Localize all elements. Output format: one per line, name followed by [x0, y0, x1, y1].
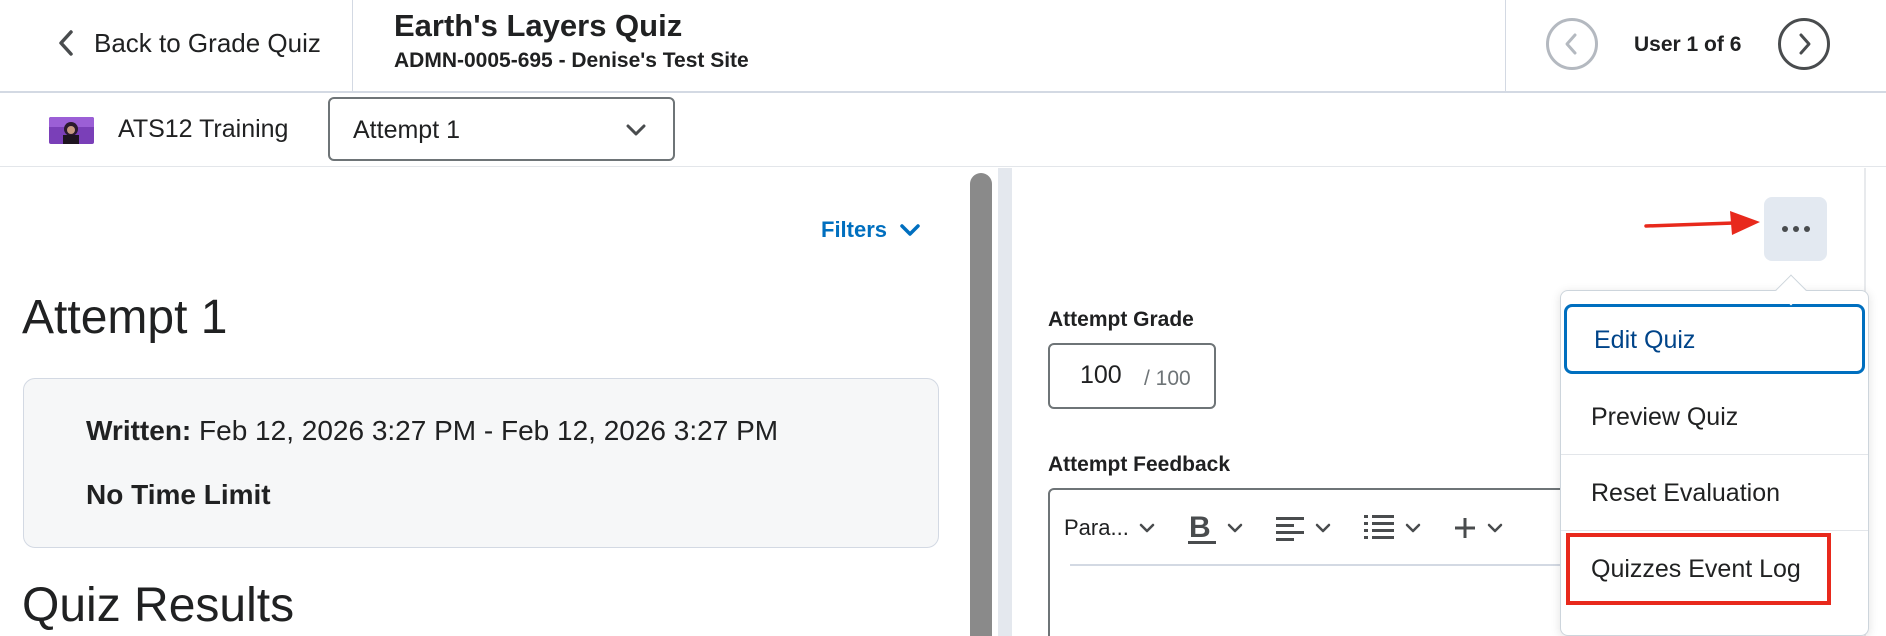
- red-highlight-annotation: [1566, 533, 1831, 605]
- menu-item-preview-quiz[interactable]: Preview Quiz: [1561, 379, 1868, 455]
- quiz-title: Earth's Layers Quiz: [394, 8, 683, 43]
- attempt-grade-field[interactable]: / 100: [1048, 343, 1216, 409]
- course-subtitle: ADMN-0005-695 - Denise's Test Site: [394, 49, 749, 72]
- attempt-grade-label: Attempt Grade: [1048, 308, 1194, 331]
- chevron-down-icon: [626, 124, 646, 136]
- more-actions-button[interactable]: [1764, 197, 1827, 261]
- list-button[interactable]: [1363, 513, 1421, 543]
- chevron-down-icon: [1315, 523, 1331, 533]
- attempt-select[interactable]: Attempt 1: [328, 97, 675, 161]
- menu-item-label: Reset Evaluation: [1591, 479, 1781, 507]
- chevron-left-icon: [1565, 33, 1577, 55]
- editor-toolbar: Para... B: [1064, 506, 1535, 550]
- paragraph-style-label: Para...: [1064, 515, 1129, 540]
- menu-item-edit-quiz[interactable]: Edit Quiz: [1564, 304, 1865, 374]
- red-arrow-annotation: [1644, 211, 1760, 235]
- chevron-down-icon: [900, 224, 920, 236]
- student-bar: ATS12 Training Attempt 1: [0, 93, 1886, 167]
- bold-icon: B: [1187, 511, 1216, 544]
- header-divider: [352, 0, 353, 92]
- more-dots-icon: [1781, 226, 1788, 232]
- attempt-info-card: Written: Feb 12, 2026 3:27 PM - Feb 12, …: [23, 378, 939, 548]
- quiz-results-heading: Quiz Results: [22, 579, 295, 632]
- grade-input[interactable]: [1080, 361, 1136, 390]
- align-button[interactable]: [1275, 514, 1331, 542]
- align-left-icon: [1275, 517, 1304, 541]
- insert-button[interactable]: [1453, 516, 1503, 540]
- written-label: Written:: [86, 415, 192, 446]
- back-label: Back to Grade Quiz: [94, 27, 321, 58]
- filters-toggle[interactable]: Filters: [821, 217, 921, 243]
- attempt-heading: Attempt 1: [22, 291, 228, 344]
- avatar: [49, 117, 94, 144]
- filters-label: Filters: [821, 217, 888, 242]
- written-row: Written: Feb 12, 2026 3:27 PM - Feb 12, …: [86, 415, 778, 447]
- header-divider: [1505, 0, 1506, 92]
- back-to-grade-quiz-link[interactable]: Back to Grade Quiz: [56, 26, 321, 60]
- top-header: Back to Grade Quiz Earth's Layers Quiz A…: [0, 0, 1886, 93]
- left-pane-scrollbar[interactable]: [970, 173, 992, 636]
- chevron-left-icon: [59, 30, 73, 56]
- chevron-down-icon: [1139, 523, 1155, 533]
- menu-item-reset-evaluation[interactable]: Reset Evaluation: [1561, 454, 1868, 530]
- student-name: ATS12 Training: [118, 115, 289, 143]
- chevron-down-icon: [1405, 523, 1421, 533]
- user-position: User 1 of 6: [1634, 33, 1742, 56]
- bold-button[interactable]: B: [1187, 511, 1243, 545]
- chevron-down-icon: [1487, 523, 1503, 533]
- menu-item-label: Preview Quiz: [1591, 403, 1739, 431]
- attempt-select-value: Attempt 1: [353, 116, 460, 144]
- paragraph-style-dropdown[interactable]: Para...: [1064, 515, 1155, 541]
- written-value: Feb 12, 2026 3:27 PM - Feb 12, 2026 3:27…: [199, 415, 779, 446]
- plus-icon: [1454, 518, 1475, 538]
- attempt-feedback-label: Attempt Feedback: [1048, 453, 1231, 476]
- chevron-right-icon: [1799, 33, 1811, 55]
- time-limit: No Time Limit: [86, 479, 271, 510]
- bulleted-list-icon: [1363, 515, 1394, 539]
- menu-item-label: Edit Quiz: [1594, 326, 1696, 354]
- pane-divider[interactable]: [998, 168, 1012, 636]
- svg-text:B: B: [1189, 511, 1211, 544]
- next-user-button[interactable]: [1778, 18, 1830, 70]
- chevron-down-icon: [1227, 523, 1243, 533]
- grade-out-of: / 100: [1144, 367, 1191, 390]
- previous-user-button[interactable]: [1546, 18, 1598, 70]
